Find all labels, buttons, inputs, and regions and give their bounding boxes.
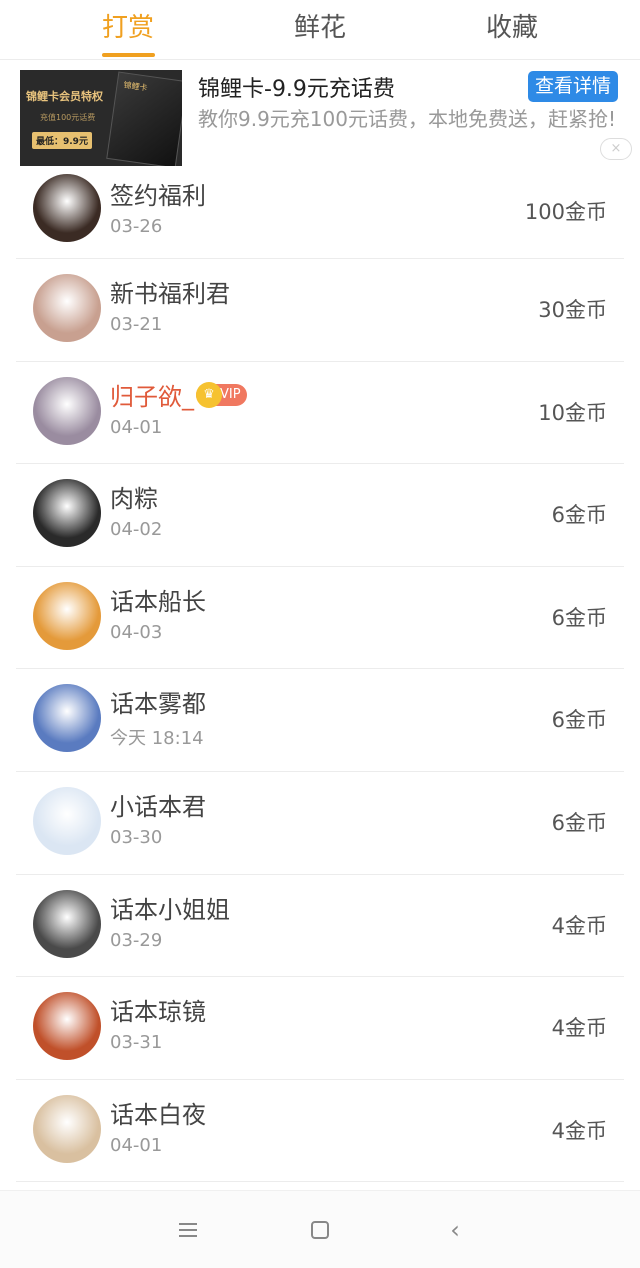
- vip-badge: ♛ VIP: [196, 381, 247, 408]
- list-item[interactable]: 归子欲_ ♛ VIP 04-01 10金币: [16, 362, 624, 465]
- user-name[interactable]: 话本白夜: [110, 1095, 206, 1130]
- user-name-text: 新书福利君: [110, 280, 230, 308]
- reward-amount: 4金币: [551, 1118, 607, 1143]
- avatar[interactable]: [33, 1094, 101, 1163]
- ad-title[interactable]: 锦鲤卡-9.9元充话费: [198, 71, 395, 103]
- ad-image[interactable]: 锦鲤卡 锦鲤卡会员特权 充值100元话费 最低：9.9元: [20, 70, 182, 166]
- list-item[interactable]: 话本小姐姐 03-29 4金币: [16, 875, 624, 978]
- ad-banner[interactable]: 锦鲤卡 锦鲤卡会员特权 充值100元话费 最低：9.9元 锦鲤卡-9.9元充话费…: [0, 61, 640, 169]
- user-name-text: 话本琼镜: [110, 998, 206, 1027]
- reward-date: 03-29: [110, 929, 163, 951]
- reward-date: 今天 18:14: [110, 728, 204, 750]
- menu-icon[interactable]: [173, 1217, 203, 1243]
- reward-amount: 4金币: [551, 1016, 607, 1041]
- list-item[interactable]: 话本雾都今天 18:14 6金币: [16, 669, 624, 772]
- reward-date: 04-03: [110, 621, 163, 643]
- reward-amount: 30金币: [538, 298, 607, 322]
- ad-description: 教你9.9元充100元话费，本地免费送，赶紧抢!: [198, 107, 616, 131]
- list-item[interactable]: 话本船长 04-03 6金币: [16, 567, 624, 670]
- system-nav-bar: ‹: [0, 1190, 640, 1268]
- ad-image-price: 最低：9.9元: [32, 132, 92, 149]
- avatar[interactable]: [33, 376, 101, 445]
- avatar[interactable]: [33, 581, 101, 650]
- reward-date: 04-02: [110, 519, 163, 541]
- user-name-text: 肉粽: [110, 485, 158, 514]
- user-name-text: 话本小姐姐: [110, 895, 230, 924]
- reward-amount: 6金币: [551, 810, 607, 835]
- user-name-text: 签约福利: [110, 182, 206, 210]
- user-name-text: 话本船长: [110, 587, 206, 616]
- avatar[interactable]: [33, 479, 101, 548]
- avatar[interactable]: [33, 274, 101, 342]
- tab-bar: 打赏 鲜花 收藏: [0, 0, 640, 60]
- reward-date: 03-30: [110, 826, 163, 848]
- ad-card-graphic: 锦鲤卡: [106, 71, 182, 166]
- tab-reward[interactable]: 打赏: [68, 8, 188, 48]
- reward-date: 03-21: [110, 314, 163, 335]
- avatar[interactable]: [33, 889, 101, 958]
- crown-icon: ♛: [196, 381, 222, 408]
- ad-card-text: 锦鲤卡: [123, 80, 149, 93]
- user-name[interactable]: 肉粽: [110, 479, 158, 514]
- user-name-text: 话本雾都: [110, 690, 206, 719]
- reward-amount: 6金币: [551, 708, 607, 733]
- user-name[interactable]: 话本琼镜: [110, 992, 206, 1027]
- avatar[interactable]: [33, 684, 101, 753]
- user-name[interactable]: 新书福利君: [110, 274, 230, 309]
- user-name-text: 归子欲_: [110, 382, 194, 411]
- ad-image-title: 锦鲤卡会员特权: [26, 90, 103, 103]
- user-name[interactable]: 小话本君: [110, 787, 206, 822]
- list-item[interactable]: 小话本君 03-30 6金币: [16, 772, 624, 875]
- avatar[interactable]: [33, 786, 101, 855]
- list-item[interactable]: 签约福利 03-26 100金币: [16, 169, 624, 259]
- avatar[interactable]: [33, 174, 101, 242]
- reward-list: 签约福利 03-26 100金币新书福利君 03-21 30金币归子欲_ ♛ VIP 04-0…: [0, 169, 640, 1183]
- list-item[interactable]: 话本白夜 04-01 4金币: [16, 1080, 624, 1183]
- list-item[interactable]: 话本琼镜 03-31 4金币: [16, 977, 624, 1080]
- user-name[interactable]: 话本船长: [110, 582, 206, 617]
- avatar[interactable]: [33, 992, 101, 1061]
- tab-favorites[interactable]: 收藏: [452, 8, 572, 48]
- ad-image-subtitle: 充值100元话费: [40, 113, 96, 122]
- reward-amount: 10金币: [538, 400, 607, 425]
- user-name[interactable]: 话本雾都: [110, 684, 206, 719]
- reward-date: 03-31: [110, 1032, 163, 1054]
- reward-date: 03-26: [110, 216, 163, 237]
- reward-date: 04-01: [110, 416, 163, 438]
- list-item[interactable]: 肉粽 04-02 6金币: [16, 464, 624, 567]
- reward-amount: 100金币: [524, 200, 607, 224]
- user-name[interactable]: 话本小姐姐: [110, 890, 230, 925]
- reward-date: 04-01: [110, 1134, 163, 1156]
- vip-label: VIP: [220, 386, 241, 402]
- user-name[interactable]: 归子欲_ ♛ VIP: [110, 377, 247, 412]
- tab-flowers[interactable]: 鲜花: [260, 8, 380, 48]
- ad-details-button[interactable]: 查看详情: [528, 71, 618, 102]
- reward-amount: 6金币: [551, 605, 607, 630]
- user-name-text: 小话本君: [110, 792, 206, 821]
- user-name[interactable]: 签约福利: [110, 176, 206, 211]
- reward-amount: 6金币: [551, 503, 607, 528]
- active-tab-indicator: [102, 53, 155, 57]
- reward-amount: 4金币: [551, 913, 607, 938]
- home-icon[interactable]: [305, 1217, 335, 1243]
- list-item[interactable]: 新书福利君 03-21 30金币: [16, 259, 624, 362]
- user-name-text: 话本白夜: [110, 1100, 206, 1129]
- back-icon[interactable]: ‹: [440, 1217, 470, 1243]
- close-icon[interactable]: ×: [600, 138, 632, 160]
